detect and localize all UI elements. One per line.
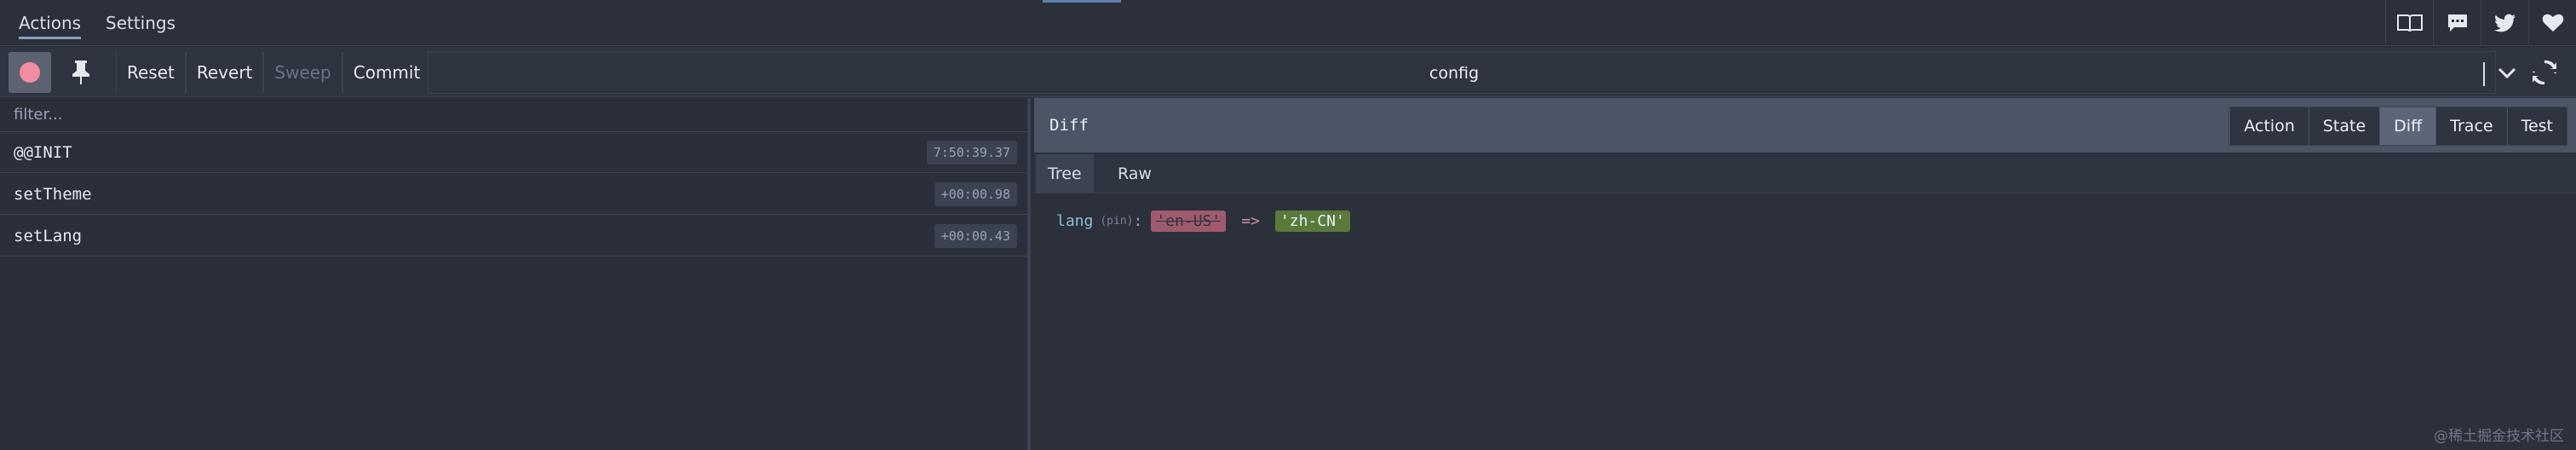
tab-settings[interactable]: Settings: [106, 10, 175, 39]
sync-icon[interactable]: [2532, 60, 2557, 85]
actions-toolbar: Reset Revert Sweep Commit config: [0, 48, 2576, 97]
top-right-icons: [2385, 0, 2576, 46]
diff-new-value: 'zh-CN': [1274, 210, 1350, 232]
record-icon: [20, 62, 40, 83]
action-row[interactable]: setLang +00:00.43: [0, 216, 1031, 257]
chat-icon[interactable]: [2433, 0, 2481, 46]
diff-colon: :: [1133, 211, 1143, 230]
pin-icon: [72, 61, 89, 84]
inspector-header: Diff Action State Diff Trace Test: [1034, 98, 2576, 153]
diff-pin-link[interactable]: (pin): [1100, 215, 1133, 228]
pin-button[interactable]: [60, 52, 102, 93]
action-time-badge: +00:00.43: [934, 224, 1017, 248]
inspector-pane: Diff Action State Diff Trace Test Tree R…: [1034, 98, 2576, 450]
tab-test[interactable]: Test: [2506, 107, 2567, 145]
tab-raw[interactable]: Raw: [1106, 154, 1164, 193]
diff-entry: lang (pin) : 'en-US' => 'zh-CN': [1056, 207, 1350, 234]
tab-diff[interactable]: Diff: [2379, 107, 2436, 145]
filter-input[interactable]: filter...: [0, 98, 1031, 132]
tab-trace[interactable]: Trace: [2435, 107, 2507, 145]
diff-arrow: =>: [1241, 211, 1260, 230]
action-name: setTheme: [14, 185, 92, 204]
commit-button[interactable]: Commit: [342, 52, 432, 93]
select-divider: [2483, 62, 2485, 86]
inspector-title: Diff: [1049, 116, 1089, 135]
action-name: @@INIT: [14, 143, 72, 162]
diff-old-value: 'en-US': [1151, 210, 1227, 232]
diff-key: lang: [1056, 211, 1094, 230]
tab-actions[interactable]: Actions: [19, 10, 82, 39]
top-tab-bar: Actions Settings: [0, 0, 2576, 46]
watermark: @稀土掘金技术社区: [2434, 428, 2564, 445]
action-time-badge: 7:50:39.37: [926, 141, 1017, 164]
book-icon[interactable]: [2385, 0, 2433, 46]
action-name: setLang: [14, 227, 83, 245]
chevron-down-icon[interactable]: [2495, 61, 2519, 84]
record-button[interactable]: [9, 52, 51, 93]
toolbar-button-group: Reset Revert Sweep Commit: [116, 52, 432, 93]
action-time-badge: +00:00.98: [934, 182, 1017, 206]
tab-bar-accent: [1043, 0, 1121, 3]
action-list-pane: filter... @@INIT 7:50:39.37 setTheme +00…: [0, 98, 1031, 450]
instance-select[interactable]: config: [428, 51, 2516, 94]
diff-view-tabs: Tree Raw: [1034, 154, 2576, 193]
action-row[interactable]: @@INIT 7:50:39.37: [0, 132, 1031, 173]
tab-action[interactable]: Action: [2229, 107, 2309, 145]
instance-select-value: config: [1429, 64, 1480, 83]
heart-icon[interactable]: [2528, 0, 2576, 46]
reset-button[interactable]: Reset: [116, 52, 186, 93]
inspector-mode-tabs: Action State Diff Trace Test: [2228, 107, 2567, 146]
revert-button[interactable]: Revert: [185, 52, 264, 93]
tab-tree[interactable]: Tree: [1036, 154, 1094, 193]
sweep-button[interactable]: Sweep: [263, 52, 342, 93]
tab-state[interactable]: State: [2308, 107, 2380, 145]
twitter-icon[interactable]: [2481, 0, 2528, 46]
action-row[interactable]: setTheme +00:00.98: [0, 174, 1031, 215]
